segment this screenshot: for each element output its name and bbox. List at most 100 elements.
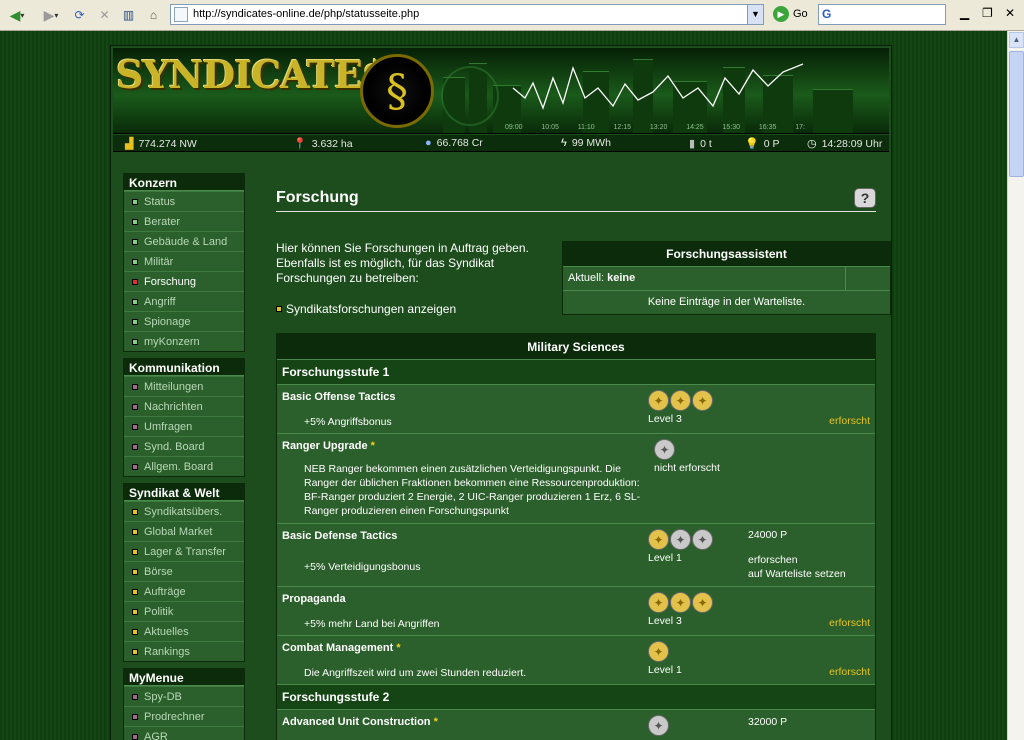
research-tier-header: Forschungsstufe 1 — [277, 360, 875, 385]
research-category-header: Military Sciences — [277, 334, 875, 360]
ticker-time: 13:20 — [649, 124, 668, 131]
home-icon[interactable]: ⌂ — [145, 6, 162, 23]
sidebar-item-label: Aktuelles — [144, 625, 189, 638]
sidebar-item[interactable]: Global Market — [124, 521, 244, 541]
land-stat: 📍 3.632 ha — [293, 137, 353, 151]
time-value: 14:28:09 Uhr — [821, 137, 883, 150]
sidebar-item[interactable]: Politik — [124, 601, 244, 621]
sidebar-item[interactable]: Synd. Board — [124, 436, 244, 456]
research-table: Military Sciences Forschungsstufe 1 Basi… — [276, 333, 876, 740]
research-name: Ranger Upgrade * — [282, 440, 375, 452]
stop-icon[interactable]: ✕ — [96, 6, 113, 23]
skyline-building — [813, 89, 853, 133]
energy-value: 99 MWh — [571, 137, 611, 149]
sidebar-item-label: Synd. Board — [144, 440, 205, 453]
bullet-square-icon — [132, 548, 138, 555]
go-label: Go — [793, 8, 808, 20]
sidebar-item[interactable]: Berater — [124, 211, 244, 231]
research-cost: 24000 P — [748, 529, 788, 541]
sidebar-item-label: Berater — [144, 215, 181, 228]
lightbulb-icon: ✦ — [648, 641, 669, 662]
bullet-square-icon — [132, 423, 138, 430]
add-to-queue-link[interactable]: auf Warteliste setzen — [748, 567, 846, 581]
bullet-square-icon — [132, 508, 138, 515]
sidebar-item[interactable]: Börse — [124, 561, 244, 581]
browser-toolbar: ◀ ▾ ▶ ▾ ⟳ ✕ ▥ ⌂ http://syndicates-online.d… — [0, 0, 1024, 31]
sidebar-item[interactable]: Angriff — [124, 291, 244, 311]
lightbulb-off-icon: ✦ — [648, 715, 669, 736]
back-button[interactable]: ◀ ▾ — [2, 5, 32, 25]
sidebar-item[interactable]: Nachrichten — [124, 396, 244, 416]
chevron-down-icon[interactable]: ▼ — [747, 5, 763, 24]
research-start-link[interactable]: erforschen — [748, 553, 846, 567]
sidebar-item-label: AGR — [144, 730, 168, 740]
address-bar[interactable]: http://syndicates-online.de/php/statusse… — [170, 4, 764, 25]
research-name: Basic Offense Tactics — [282, 391, 396, 403]
research-description: NEB Ranger bekommen einen zusätzlichen V… — [304, 463, 641, 517]
restore-icon[interactable]: ❐ — [982, 6, 993, 20]
minimize-icon[interactable]: ▁ — [960, 6, 969, 20]
sidebar-item-label: Prodrechner — [144, 710, 205, 723]
forward-button[interactable]: ▶ ▾ — [36, 5, 66, 25]
assistant-empty-cell — [846, 267, 890, 290]
sidebar-item[interactable]: Aktuelles — [124, 621, 244, 641]
sidebar-item[interactable]: Prodrechner — [124, 706, 244, 726]
sidebar-item[interactable]: Rankings — [124, 641, 244, 661]
search-input[interactable]: G — [818, 4, 946, 25]
lightbulb-icon: ✦ — [670, 592, 691, 613]
ore-barrel-icon: ▮ — [689, 138, 696, 150]
refresh-icon[interactable]: ⟳ — [71, 6, 88, 23]
sidebar-item[interactable]: Spy-DB — [124, 686, 244, 706]
google-icon: G — [822, 7, 832, 21]
research-description: +5% Angriffsbonus — [304, 416, 392, 428]
sidebar-item[interactable]: AGR — [124, 726, 244, 740]
research-points-stat: 💡 0 P — [745, 137, 780, 151]
research-status: erforscht — [829, 415, 870, 427]
scroll-thumb[interactable] — [1009, 51, 1024, 177]
research-level: Level 1 — [648, 552, 682, 564]
syndicate-research-link[interactable]: Syndikatsforschungen anzeigen — [276, 302, 456, 316]
close-icon[interactable]: ✕ — [1005, 6, 1015, 20]
sidebar-item[interactable]: Gebäude & Land — [124, 231, 244, 251]
sidebar-item-label: Nachrichten — [144, 400, 203, 413]
sidebar-item[interactable]: Umfragen — [124, 416, 244, 436]
bullet-square-icon — [132, 733, 138, 740]
title-divider — [276, 211, 876, 212]
sidebar-item[interactable]: Spionage — [124, 311, 244, 331]
banner: SYNDICATE$ § 09:00 10:05 11:10 12:15 13:… — [113, 48, 889, 134]
go-button[interactable]: ▶ Go — [773, 6, 808, 22]
sidebar-section-title: Syndikat & Welt — [124, 484, 244, 501]
link-bullet-icon — [276, 306, 282, 312]
sidebar-item[interactable]: Mitteilungen — [124, 376, 244, 396]
bookmarks-icon[interactable]: ▥ — [120, 6, 137, 23]
research-status: erforscht — [829, 617, 870, 629]
research-tier-header: Forschungsstufe 2 — [277, 685, 875, 710]
research-level: Level 3 — [648, 615, 682, 627]
research-name: Propaganda — [282, 593, 346, 605]
help-button[interactable]: ? — [854, 188, 876, 208]
emblem-shadow — [441, 66, 499, 126]
sidebar-item[interactable]: Aufträge — [124, 581, 244, 601]
url-text: http://syndicates-online.de/php/statusse… — [193, 8, 420, 20]
sidebar-item[interactable]: Allgem. Board — [124, 456, 244, 476]
sidebar-item[interactable]: myKonzern — [124, 331, 244, 351]
research-points-value: 0 P — [763, 137, 780, 150]
sidebar-item[interactable]: Lager & Transfer — [124, 541, 244, 561]
ticker-time: 11:10 — [577, 124, 595, 131]
sidebar-item[interactable]: Syndikatsübers. — [124, 501, 244, 521]
sidebar-item-label: Rankings — [144, 645, 190, 658]
bullet-square-icon — [132, 218, 138, 225]
bullet-square-icon — [132, 238, 138, 245]
bullet-square-icon — [132, 528, 138, 535]
ticker-time: 16:35 — [758, 124, 777, 131]
ticker-time: 17: — [795, 124, 805, 131]
sidebar-item[interactable]: Forschung — [124, 271, 244, 291]
scroll-up-icon[interactable]: ▲ — [1009, 32, 1024, 48]
money-bag-icon: ● — [425, 137, 432, 149]
sidebar-item-label: Allgem. Board — [144, 460, 214, 473]
sidebar-item[interactable]: Status — [124, 191, 244, 211]
sidebar-section: Konzern Status Berater Gebäude & Land Militä… — [123, 173, 245, 352]
bullet-square-icon — [132, 198, 138, 205]
sidebar-item[interactable]: Militär — [124, 251, 244, 271]
vertical-scrollbar[interactable]: ▲ — [1007, 31, 1024, 740]
